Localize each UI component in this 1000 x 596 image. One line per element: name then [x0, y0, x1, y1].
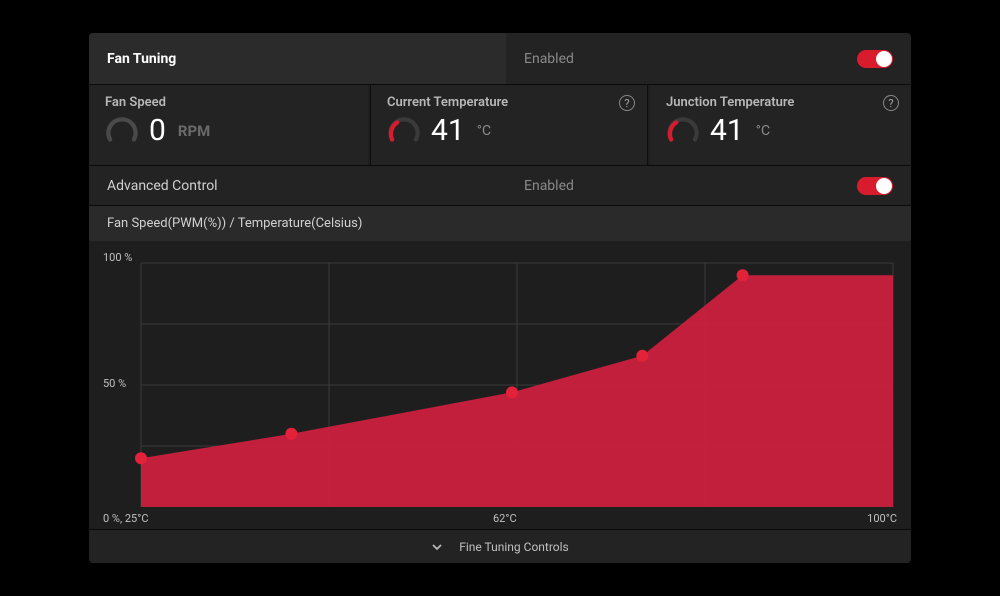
junction-temp-unit: °C — [756, 123, 770, 139]
fan-curve-point[interactable] — [737, 269, 749, 281]
fine-tuning-label: Fine Tuning Controls — [459, 540, 569, 554]
advanced-control-toggle[interactable] — [857, 177, 893, 195]
junction-temp-value: 41 — [710, 116, 744, 146]
current-temp-unit: °C — [477, 123, 491, 139]
fan-curve-point[interactable] — [135, 452, 147, 464]
x-tick-end: 100°C — [867, 512, 897, 525]
advanced-control-header: Advanced Control Enabled — [89, 165, 911, 205]
x-tick-start: 0 %, 25°C — [103, 512, 149, 525]
fan-curve-chart: 100 % 50 % 0 %, 25°C 62°C 100°C — [89, 241, 911, 529]
fine-tuning-controls-button[interactable]: Fine Tuning Controls — [89, 529, 911, 563]
fan-tuning-status-cell: Enabled — [506, 33, 911, 84]
current-temp-label: Current Temperature — [387, 95, 631, 110]
fan-speed-unit: RPM — [178, 122, 210, 140]
current-temp-value: 41 — [431, 116, 465, 146]
fan-tuning-title: Fan Tuning — [89, 33, 506, 84]
current-temp-gauge-icon — [387, 114, 421, 148]
fan-speed-card: Fan Speed 0 RPM — [89, 85, 368, 165]
junction-temp-label: Junction Temperature — [666, 95, 895, 110]
junction-temp-card: ? Junction Temperature 41 °C — [650, 85, 911, 165]
x-tick-mid: 62°C — [493, 512, 517, 525]
fan-speed-value: 0 — [149, 116, 166, 146]
current-temp-card: ? Current Temperature 41 °C — [370, 85, 648, 165]
y-tick-50: 50 % — [103, 377, 126, 390]
chart-title: Fan Speed(PWM(%)) / Temperature(Celsius) — [89, 205, 911, 241]
help-icon[interactable]: ? — [619, 95, 635, 111]
fan-curve-point[interactable] — [636, 350, 648, 362]
y-tick-100: 100 % — [103, 251, 132, 264]
fan-curve-point[interactable] — [506, 386, 518, 398]
fan-tuning-header: Fan Tuning Enabled — [89, 33, 911, 85]
advanced-control-status-label: Enabled — [524, 178, 574, 194]
metrics-row: Fan Speed 0 RPM ? Current Temperature — [89, 85, 911, 165]
fan-tuning-status-label: Enabled — [524, 51, 574, 67]
fan-tuning-toggle[interactable] — [857, 50, 893, 68]
fan-curve-point[interactable] — [285, 428, 297, 440]
junction-temp-gauge-icon — [666, 114, 700, 148]
fan-curve-svg[interactable] — [101, 249, 899, 525]
fan-speed-label: Fan Speed — [105, 95, 352, 110]
advanced-control-status-cell: Enabled — [506, 166, 911, 205]
fan-speed-gauge-icon — [105, 114, 139, 148]
advanced-control-title: Advanced Control — [89, 166, 506, 205]
help-icon[interactable]: ? — [883, 95, 899, 111]
fan-tuning-panel: Fan Tuning Enabled Fan Speed 0 RPM ? Cur… — [89, 33, 911, 563]
chevron-down-icon — [431, 541, 443, 553]
